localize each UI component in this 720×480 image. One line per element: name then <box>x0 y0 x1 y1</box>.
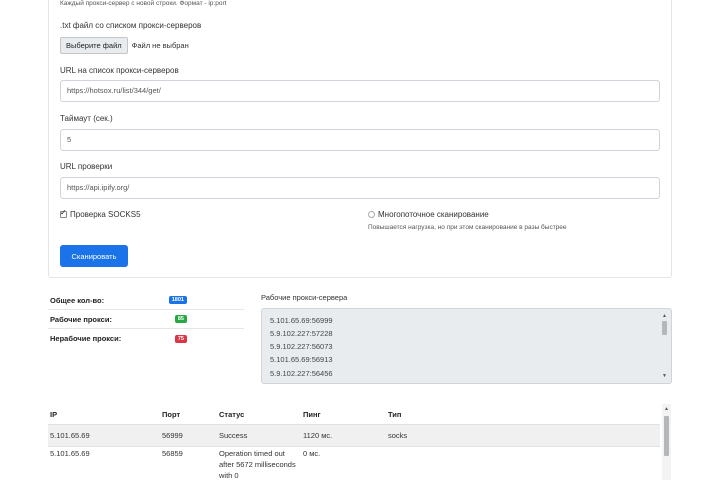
stat-failed-badge: 75 <box>174 334 187 343</box>
table-row <box>48 425 660 447</box>
file-label: .txt файл со списком прокси-серверов <box>60 21 202 30</box>
proxy-line: 5.9.102.227:57228 <box>270 329 333 338</box>
timeout-label: Таймаут (сек.) <box>60 114 113 123</box>
check-url-input[interactable]: https://api.ipify.org/ <box>60 177 660 199</box>
timeout-input[interactable]: 5 <box>60 129 660 151</box>
cell-port: 56859 <box>162 449 183 458</box>
col-header-type: Тип <box>388 410 402 419</box>
multithread-hint: Повышается нагрузка, но при этом сканиро… <box>368 224 567 231</box>
socks5-checkbox[interactable]: Проверка SOCKS5 <box>60 208 141 219</box>
working-proxies-title: Рабочие прокси-сервера <box>261 293 348 302</box>
stat-total: Общее кол-во: 1801 <box>48 291 244 310</box>
working-proxies-textarea[interactable]: 5.101.65.69:56999 5.9.102.227:57228 5.9.… <box>261 308 672 384</box>
file-input[interactable]: Выберите файл Файл не выбран <box>60 36 189 54</box>
scroll-down-icon[interactable]: ▼ <box>661 373 668 379</box>
scrollbar-thumb[interactable] <box>664 416 669 456</box>
stat-working: Рабочие прокси: 85 <box>48 310 244 329</box>
stats-panel: Общее кол-во: 1801 Рабочие прокси: 85 Не… <box>48 291 244 348</box>
proxy-format-hint: Каждый прокси-сервер с новой строки. Фор… <box>60 0 227 7</box>
scan-button[interactable]: Сканировать <box>60 245 128 267</box>
url-list-label: URL на список прокси-серверов <box>60 66 179 75</box>
url-list-input[interactable]: https://hotsox.ru/list/344/get/ <box>60 80 660 102</box>
scrollbar-thumb[interactable] <box>662 321 667 335</box>
check-url-label: URL проверки <box>60 162 113 171</box>
cell-ip: 5.101.65.69 <box>50 449 90 458</box>
col-header-port: Порт <box>162 410 181 419</box>
results-table: IP Порт Статус Пинг Тип 5.101.65.69 5699… <box>48 404 672 480</box>
socks5-label: Проверка SOCKS5 <box>70 210 141 219</box>
cell-port: 56999 <box>162 431 183 440</box>
multithread-checkbox[interactable]: Многопоточное сканирование <box>368 210 489 219</box>
stat-working-badge: 85 <box>174 315 187 323</box>
checkbox-checked-icon[interactable] <box>60 208 67 218</box>
stat-working-label: Рабочие прокси: <box>50 314 112 324</box>
cell-type: socks <box>388 431 408 440</box>
choose-file-button[interactable]: Выберите файл <box>60 36 128 54</box>
checkbox-unchecked-icon[interactable] <box>368 211 375 218</box>
proxy-line: 5.9.102.227:56456 <box>270 369 333 378</box>
stat-failed-label: Нерабочие прокси: <box>50 334 122 343</box>
stat-failed: Нерабочие прокси: 75 <box>48 329 244 348</box>
cell-ping: 1120 мс. <box>303 431 333 440</box>
col-header-ping: Пинг <box>303 410 321 419</box>
textarea-scrollbar[interactable]: ▲ ▼ <box>661 313 668 379</box>
multithread-label: Многопоточное сканирование <box>378 210 489 219</box>
stat-total-label: Общее кол-во: <box>50 295 105 305</box>
cell-ping: 0 мс. <box>303 449 321 458</box>
table-scrollbar[interactable]: ▲ <box>662 404 671 480</box>
proxy-line: 5.9.102.227:56073 <box>270 342 333 351</box>
cell-status: Operation timed out after 5672 milliseco… <box>219 449 296 480</box>
cell-status: Success <box>219 431 248 440</box>
file-status: Файл не выбран <box>131 40 189 50</box>
stat-total-badge: 1801 <box>168 296 187 304</box>
proxy-line: 5.101.65.69:56999 <box>270 316 333 325</box>
col-header-status: Статус <box>219 410 245 419</box>
scroll-up-icon[interactable]: ▲ <box>661 313 668 319</box>
cell-ip: 5.101.65.69 <box>50 431 90 440</box>
proxy-line: 5.101.65.69:56913 <box>270 355 333 364</box>
col-header-ip: IP <box>50 410 58 419</box>
scroll-up-icon[interactable]: ▲ <box>663 406 670 412</box>
